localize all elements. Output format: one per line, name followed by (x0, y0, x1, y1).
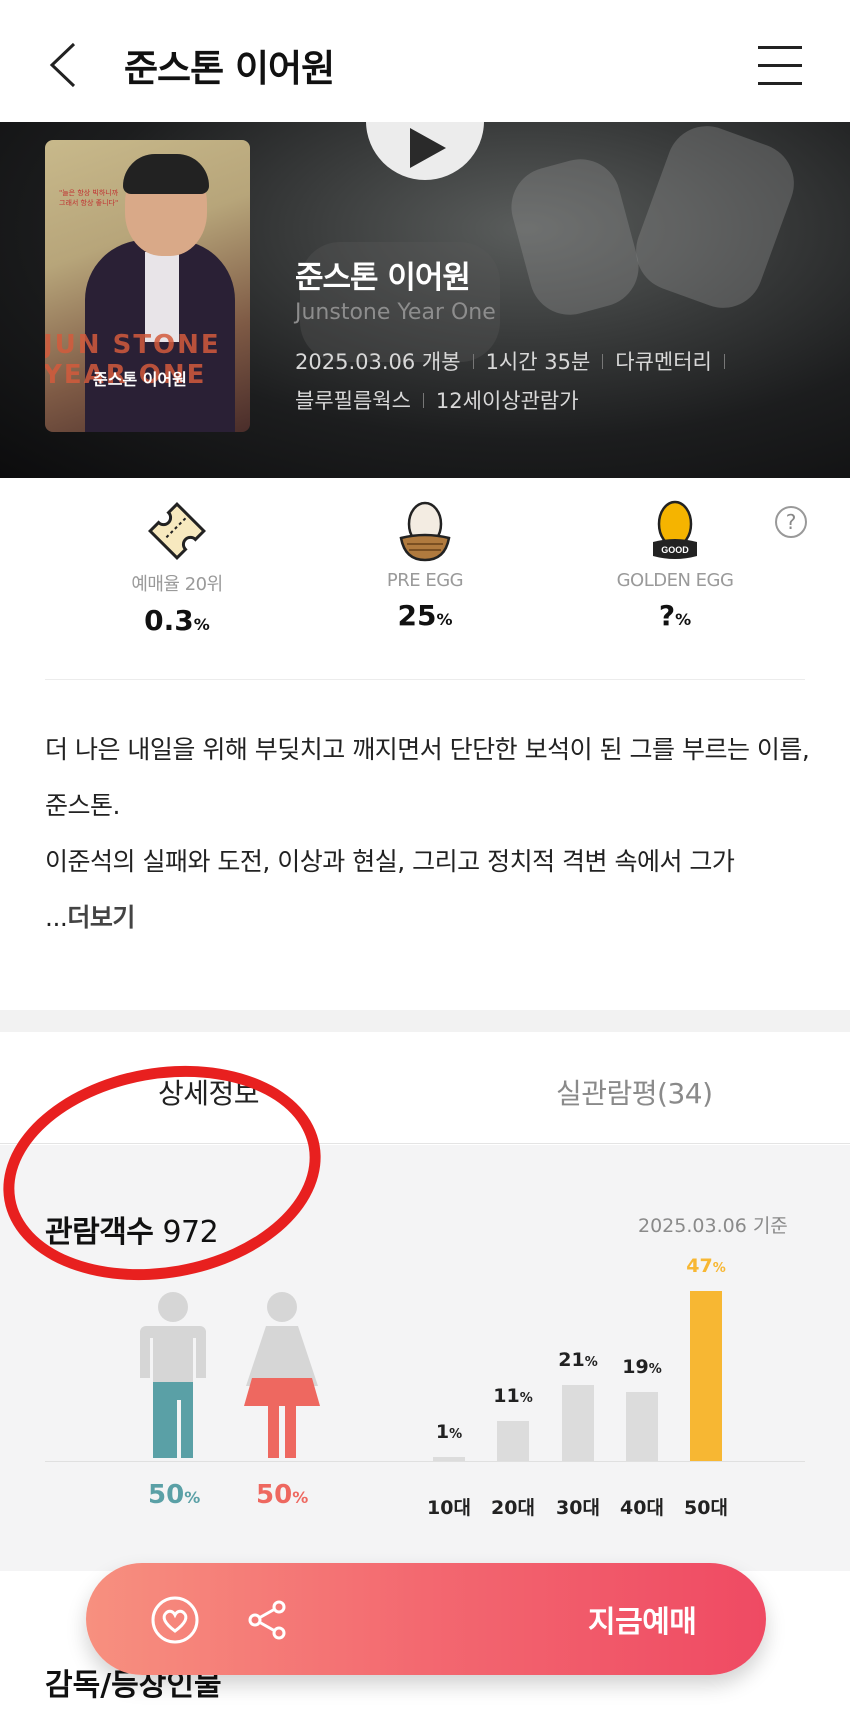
audience-date: 2025.03.06 기준 (638, 1215, 788, 1237)
movie-meta-row-1: 2025.03.06 개봉 1시간 35분 다큐멘터리 (295, 346, 737, 376)
age-bar-label: 30대 (556, 1497, 600, 1519)
age-bar (562, 1385, 594, 1461)
egg-icon (399, 501, 451, 562)
stat-value: ?% (658, 599, 692, 632)
poster-title: 준스톤 이어원 (93, 370, 187, 389)
genre: 다큐멘터리 (615, 350, 712, 374)
booking-action-bar: 지금예매 (86, 1563, 766, 1675)
age-bar (626, 1392, 658, 1461)
hamburger-menu-icon[interactable] (758, 46, 802, 86)
movie-title: 준스톤 이어원 (295, 260, 471, 296)
age-bar-value: 21% (558, 1349, 598, 1371)
stat-value: 0.3% (144, 604, 210, 637)
runtime: 1시간 35분 (485, 350, 591, 374)
stat-booking-rate: 예매율 20위 0.3% (77, 490, 277, 637)
back-arrow-icon[interactable] (46, 40, 82, 90)
play-trailer-button[interactable] (366, 122, 484, 180)
age-bar (433, 1457, 465, 1461)
tab-reviews[interactable]: 실관람평(34) (556, 1072, 713, 1112)
movie-title-en: Junstone Year One (295, 300, 496, 325)
female-percent: 50% (256, 1480, 309, 1510)
share-icon[interactable] (246, 1599, 288, 1641)
chart-baseline (45, 1461, 805, 1462)
section-divider (0, 1010, 850, 1032)
movie-detail-page: 준스톤 이어원 "늘은 항상 빅하니까 그래서 항상 좋니다" JUN STON… (0, 0, 850, 1713)
description-text-2: 이준석의 실패와 도전, 이상과 현실, 그리고 정치적 격변 속에서 그가 (45, 847, 735, 876)
age-bar (497, 1421, 529, 1461)
age-bar-label: 50대 (684, 1497, 728, 1519)
age-bar-value: 11% (493, 1385, 533, 1407)
age-bar-label: 10대 (427, 1497, 471, 1519)
stat-golden-egg: GOOD GOLDEN EGG ?% (575, 490, 775, 632)
movie-meta-row-2: 블루필름웍스 12세이상관람가 (295, 385, 579, 415)
description-text: 더 나은 내일을 위해 부딪치고 깨지면서 단단한 보석이 된 그를 부르는 이… (45, 735, 810, 820)
heart-icon[interactable] (150, 1595, 200, 1645)
ticket-icon (148, 502, 206, 560)
distributor: 블루필름웍스 (295, 389, 411, 413)
age-bar-value: 1% (435, 1421, 463, 1443)
movie-stats: 예매율 20위 0.3% PRE EGG 25% GOOD GOLDEN EGG… (45, 490, 805, 680)
stat-label: 예매율 20위 (131, 574, 223, 595)
age-bar-value: 47% (686, 1255, 726, 1277)
golden-egg-icon: GOOD (653, 500, 697, 559)
help-icon[interactable]: ? (775, 506, 807, 538)
page-title: 준스톤 이어원 (124, 47, 335, 90)
age-bar-label: 20대 (491, 1497, 535, 1519)
more-button[interactable]: 더보기 (67, 903, 135, 932)
movie-description: 더 나은 내일을 위해 부딪치고 깨지면서 단단한 보석이 된 그를 부르는 이… (45, 722, 815, 946)
stat-label: GOLDEN EGG (616, 570, 734, 591)
female-figure-icon (244, 1292, 320, 1458)
stat-value: 25% (397, 599, 453, 632)
male-percent: 50% (148, 1480, 201, 1510)
stat-pre-egg: PRE EGG 25% (325, 490, 525, 632)
movie-poster: "늘은 항상 빅하니까 그래서 항상 좋니다" JUN STONE YEAR O… (45, 140, 250, 432)
release-date: 2025.03.06 개봉 (295, 350, 461, 374)
svg-text:GOOD: GOOD (661, 545, 689, 555)
app-header: 준스톤 이어원 (0, 0, 850, 122)
book-now-button[interactable]: 지금예매 (588, 1597, 697, 1641)
age-bar-label: 40대 (620, 1497, 664, 1519)
age-bar-value: 19% (622, 1356, 662, 1378)
age-bar (690, 1291, 722, 1461)
stat-label: PRE EGG (386, 570, 464, 591)
male-figure-icon (140, 1292, 206, 1458)
age-rating: 12세이상관람가 (435, 389, 579, 413)
